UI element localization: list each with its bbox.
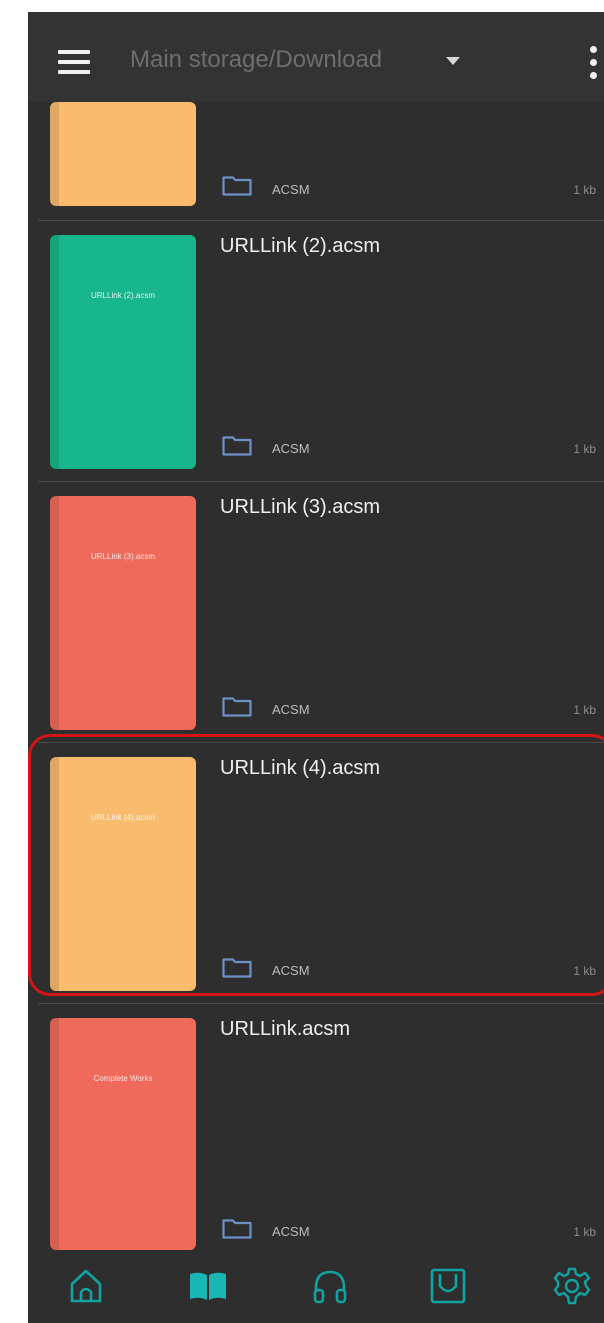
- file-title: URLLink (4).acsm: [220, 757, 381, 779]
- file-row[interactable]: ACSM 1 kb: [28, 102, 604, 220]
- file-format: ACSM: [272, 963, 310, 978]
- headphones-icon[interactable]: [310, 1266, 350, 1306]
- storage-path-title[interactable]: Main storage/Download: [130, 46, 382, 74]
- file-title: URLLink (2).acsm: [220, 235, 381, 257]
- folder-icon: [222, 176, 252, 196]
- app-bar: Main storage/Download: [28, 12, 604, 102]
- file-size: 1 kb: [573, 703, 596, 717]
- folder-icon: [222, 436, 252, 456]
- file-title: URLLink (3).acsm: [220, 496, 381, 518]
- cover-title: URLLink (2).acsm: [90, 291, 155, 300]
- book-cover: URLLink (2).acsm: [50, 235, 196, 469]
- file-size: 1 kb: [573, 442, 596, 456]
- gear-icon[interactable]: [552, 1266, 592, 1306]
- file-row[interactable]: URLLink (3).acsm URLLink (3).acsm ACSM 1…: [28, 482, 604, 742]
- file-size: 1 kb: [573, 183, 596, 197]
- book-cover: [50, 102, 196, 206]
- book-icon[interactable]: [188, 1266, 228, 1306]
- file-row[interactable]: URLLink (2).acsm URLLink (2).acsm ACSM 1…: [28, 221, 604, 481]
- home-icon[interactable]: [66, 1266, 106, 1306]
- file-title: URLLink.acsm: [220, 1018, 351, 1040]
- file-format: ACSM: [272, 702, 310, 717]
- cover-title: Complete Works: [93, 1074, 153, 1083]
- folder-icon: [222, 697, 252, 717]
- file-size: 1 kb: [573, 964, 596, 978]
- hamburger-menu-icon[interactable]: [58, 50, 90, 74]
- file-row[interactable]: URLLink (4).acsm URLLink (4).acsm ACSM 1…: [28, 743, 604, 1003]
- book-cover: URLLink (4).acsm: [50, 757, 196, 991]
- file-format: ACSM: [272, 182, 310, 197]
- more-options-icon[interactable]: [590, 46, 598, 80]
- cover-title: URLLink (4).acsm: [90, 813, 155, 822]
- file-format: ACSM: [272, 441, 310, 456]
- file-row[interactable]: Complete Works URLLink.acsm ACSM 1 kb: [28, 1004, 604, 1260]
- folder-icon: [222, 958, 252, 978]
- book-cover: URLLink (3).acsm: [50, 496, 196, 730]
- app-screen: Main storage/Download ACSM 1 kb URLLink …: [28, 12, 604, 1323]
- shop-bag-icon[interactable]: [428, 1266, 468, 1306]
- cover-title: URLLink (3).acsm: [90, 552, 155, 561]
- file-format: ACSM: [272, 1224, 310, 1239]
- book-cover: Complete Works: [50, 1018, 196, 1250]
- folder-icon: [222, 1219, 252, 1239]
- file-size: 1 kb: [573, 1225, 596, 1239]
- dropdown-arrow-icon[interactable]: [446, 57, 460, 65]
- bottom-navigation: [28, 1260, 604, 1323]
